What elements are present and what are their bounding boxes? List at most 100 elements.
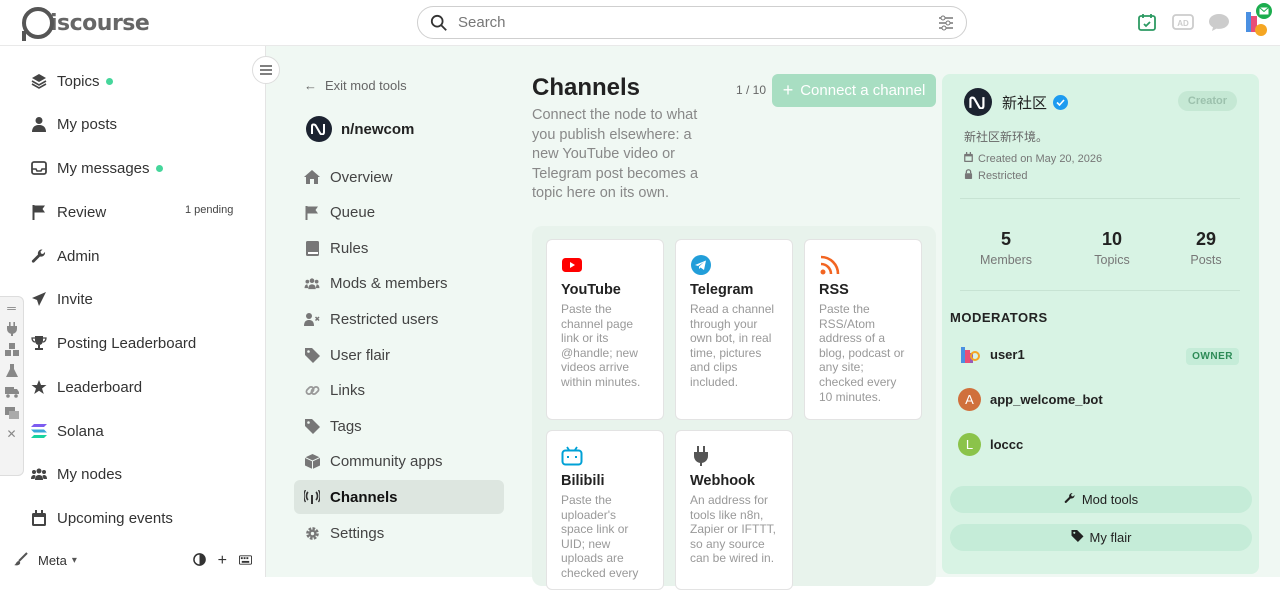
user-x-icon (304, 311, 320, 327)
modnav-item-community-apps[interactable]: Community apps (294, 444, 504, 478)
stat-number: 29 (1195, 229, 1217, 249)
cube-icon (304, 453, 320, 469)
site-logo[interactable]: iscourse (22, 6, 150, 41)
modnav-item-channels[interactable]: Channels (294, 480, 504, 514)
calendar-icon (30, 509, 48, 527)
chat-icon[interactable] (1208, 11, 1230, 33)
youtube-icon (561, 254, 583, 276)
modnav-item-user-flair[interactable]: User flair (294, 338, 504, 372)
channel-card-webhook[interactable]: Webhook An address for tools like n8n, Z… (675, 430, 793, 590)
book-icon (304, 240, 320, 256)
modnav-item-tags[interactable]: Tags (294, 409, 504, 443)
plus-icon: + (782, 80, 794, 100)
header-icons: AD (1136, 3, 1272, 36)
flask-icon[interactable] (5, 364, 19, 378)
stat-label: Topics (1094, 253, 1130, 267)
stat-label: Members (979, 253, 1033, 267)
ad-icon[interactable]: AD (1172, 11, 1194, 33)
sidebar-item-my-posts[interactable]: My posts (30, 115, 117, 133)
mod-tools-label: Mod tools (1081, 492, 1139, 507)
my-flair-button[interactable]: My flair (950, 524, 1252, 551)
calendar-check-icon[interactable] (1136, 11, 1158, 33)
sidebar-item-posting-leaderboard[interactable]: Posting Leaderboard (30, 334, 196, 352)
modnav-item-rules[interactable]: Rules (294, 231, 504, 265)
keyboard-icon[interactable] (239, 553, 252, 568)
channel-card-name: Webhook (690, 473, 755, 489)
svg-text:AD: AD (1177, 19, 1189, 28)
modnav-item-restricted-users[interactable]: Restricted users (294, 302, 504, 336)
hamburger-icon (260, 65, 272, 75)
drag-handle-icon[interactable]: ═ (5, 301, 19, 315)
modnav-label: Mods & members (330, 274, 448, 292)
node-restricted-text: Restricted (978, 169, 1028, 182)
category-label: Meta (38, 553, 67, 568)
my-flair-label: My flair (1089, 530, 1132, 545)
verified-icon (1053, 94, 1069, 110)
moderators-heading: MODERATORS (950, 310, 1048, 325)
telegram-icon (690, 254, 712, 276)
exit-mod-tools-link[interactable]: ← Exit mod tools (304, 78, 407, 93)
modnav-item-queue[interactable]: Queue (294, 195, 504, 229)
channel-card-youtube[interactable]: YouTube Paste the channel page link or i… (546, 239, 664, 420)
modnav-item-overview[interactable]: Overview (294, 160, 504, 194)
paper-plane-icon (30, 290, 48, 308)
arrow-left-icon: ← (304, 78, 317, 93)
connect-channel-button[interactable]: + Connect a channel (772, 74, 936, 107)
theme-toggle-icon[interactable] (192, 552, 206, 569)
sidebar-item-invite[interactable]: Invite (30, 290, 93, 308)
search-filter-icon[interactable] (938, 15, 954, 31)
close-icon[interactable]: ✕ (5, 427, 19, 441)
category-selector[interactable]: Meta ▾ (38, 553, 77, 568)
truck-icon[interactable] (4, 385, 19, 399)
sidebar-item-review[interactable]: Review (30, 203, 106, 221)
sidebar-item-upcoming-events[interactable]: Upcoming events (30, 509, 173, 527)
modnav-item-mods-members[interactable]: Mods & members (294, 266, 504, 300)
node-created: Created on May 20, 2026 (964, 152, 1102, 165)
sidebar-item-leaderboard[interactable]: Leaderboard (30, 378, 142, 396)
channel-card-bilibili[interactable]: Bilibili Paste the uploader's space link… (546, 430, 664, 590)
sidebar-item-solana[interactable]: Solana (30, 422, 104, 440)
channel-card-telegram[interactable]: Telegram Read a channel through your own… (675, 239, 793, 420)
users-icon (304, 275, 320, 291)
stat-topics: 10 Topics (1072, 229, 1152, 267)
moderator-row[interactable]: L loccc (958, 433, 1023, 456)
tags-icon (1071, 530, 1084, 545)
calendar-icon (964, 152, 973, 165)
logo-text: iscourse (50, 10, 150, 36)
flag-icon (30, 203, 48, 221)
solana-icon (30, 422, 48, 440)
channel-card-rss[interactable]: RSS Paste the RSS/Atom address of a blog… (804, 239, 922, 420)
modnav-item-links[interactable]: Links (294, 373, 504, 407)
add-icon[interactable]: + (218, 552, 227, 570)
sidebar-item-admin[interactable]: Admin (30, 247, 100, 265)
search-input[interactable]: Search (417, 6, 967, 39)
modnav-label: Community apps (330, 452, 443, 470)
moderator-row[interactable]: user1 (958, 343, 1025, 366)
modnav-label: Tags (330, 417, 362, 435)
sidebar-item-my-messages[interactable]: My messages (30, 159, 163, 177)
sidebar-toggle-button[interactable] (252, 56, 280, 84)
channel-card-name: YouTube (561, 282, 621, 298)
moderator-row[interactable]: A app_welcome_bot (958, 388, 1103, 411)
sidebar-item-topics[interactable]: Topics (30, 72, 113, 90)
mod-tools-button[interactable]: Mod tools (950, 486, 1252, 513)
stat-number: 5 (1000, 229, 1011, 249)
node-logo-icon (306, 116, 332, 142)
user-avatar[interactable] (1244, 3, 1272, 36)
flag-icon (304, 204, 320, 220)
main-content: ← Exit mod tools n/newcom Overview Queue… (266, 46, 1280, 590)
node-display-name-text: 新社区 (1002, 94, 1048, 112)
stat-number: 10 (1101, 229, 1123, 249)
plug-icon[interactable] (5, 322, 19, 336)
terminal-icon[interactable] (4, 406, 19, 420)
divider (960, 290, 1240, 291)
sidebar-item-my-nodes[interactable]: My nodes (30, 465, 122, 483)
floating-toolbar: ═ ✕ (0, 296, 24, 476)
broadcast-icon (304, 489, 320, 505)
modnav-label: Channels (330, 488, 398, 506)
cubes-icon[interactable] (4, 343, 19, 357)
channel-card-desc: An address for tools like n8n, Zapier or… (690, 493, 777, 566)
channel-count: 1 / 10 (736, 83, 767, 97)
unread-dot (155, 164, 163, 172)
modnav-item-settings[interactable]: Settings (294, 516, 504, 550)
